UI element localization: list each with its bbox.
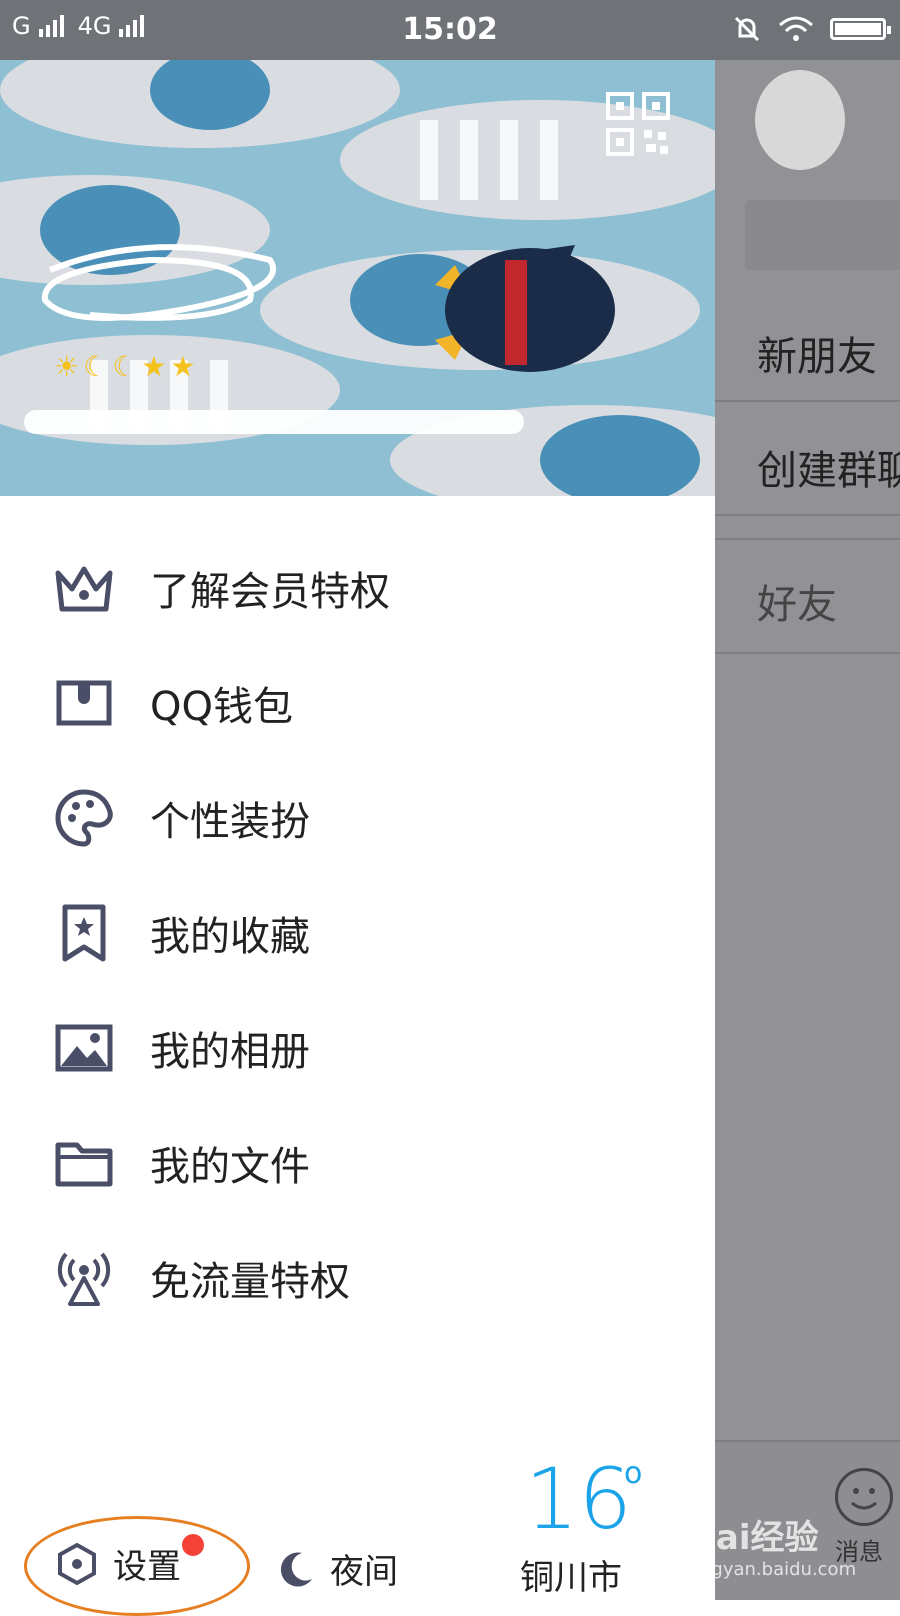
wifi-icon: [779, 16, 813, 41]
drawer-menu: 了解会员特权 QQ钱包 个性装扮 我的收藏 我的相册 我的文件 免流量特权: [0, 530, 715, 1335]
watermark-url: jingyan.baidu.com: [690, 1559, 857, 1580]
menu-label: 个性装扮: [150, 798, 310, 845]
qr-code-icon[interactable]: [606, 92, 670, 156]
menu-label: 免流量特权: [150, 1258, 350, 1305]
profile-banner[interactable]: ☀☾☾★★: [0, 60, 715, 496]
degree-symbol: o: [624, 1456, 643, 1491]
bookmark-star-icon: [52, 901, 116, 965]
new-friend-row[interactable]: 新朋友: [715, 288, 900, 402]
mute-bell-icon: [734, 16, 760, 42]
avatar: [755, 70, 845, 170]
settings-hexagon-icon: [58, 1542, 96, 1585]
create-group-row[interactable]: 创建群聊: [715, 402, 900, 516]
status-bar: G 4G 15:02: [0, 0, 900, 60]
menu-item-album[interactable]: 我的相册: [0, 990, 715, 1105]
settings-label: 设置: [113, 1547, 181, 1587]
night-mode-button[interactable]: 夜间: [276, 1544, 398, 1593]
menu-label: QQ钱包: [150, 683, 293, 730]
palette-icon: [52, 786, 116, 850]
background-contacts-panel[interactable]: 新朋友 创建群聊 好友 消息: [715, 60, 900, 1600]
menu-item-qq-wallet[interactable]: QQ钱包: [0, 645, 715, 760]
menu-item-free-data[interactable]: 免流量特权: [0, 1220, 715, 1335]
menu-item-personalize[interactable]: 个性装扮: [0, 760, 715, 875]
level-badges: ☀☾☾★★: [54, 350, 200, 383]
menu-label: 我的收藏: [150, 913, 310, 960]
baidu-watermark: Bai经验 jingyan.baidu.com: [690, 1510, 856, 1580]
menu-item-favorites[interactable]: 我的收藏: [0, 875, 715, 990]
crown-icon: [52, 556, 116, 620]
redacted-signature: [24, 410, 524, 434]
side-drawer: ☀☾☾★★ 了解会员特权 QQ钱包 个性装扮 我的收藏 我的相册 我的文件 免流…: [0, 60, 715, 1616]
menu-item-files[interactable]: 我的文件: [0, 1105, 715, 1220]
menu-label: 了解会员特权: [150, 568, 390, 615]
weather-city[interactable]: 铜川市: [520, 1550, 622, 1599]
moon-icon: [280, 1551, 312, 1586]
friends-tab[interactable]: 好友: [715, 538, 900, 654]
antenna-icon: [52, 1246, 116, 1310]
weather-temperature[interactable]: 16: [525, 1450, 632, 1548]
watermark-brand: Bai经验: [690, 1518, 819, 1558]
drawer-bottom-bar: 设置 夜间 16 o 铜川市: [0, 1450, 715, 1616]
new-friend-label: 新朋友: [757, 334, 877, 380]
create-group-label: 创建群聊: [757, 448, 900, 494]
status-icons: [732, 14, 891, 44]
wallet-icon: [52, 671, 116, 735]
friends-label: 好友: [757, 582, 837, 628]
night-label: 夜间: [330, 1552, 398, 1592]
notification-badge: [182, 1534, 204, 1556]
menu-label: 我的相册: [150, 1028, 310, 1075]
menu-item-vip-privileges[interactable]: 了解会员特权: [0, 530, 715, 645]
settings-button[interactable]: 设置: [24, 1516, 250, 1616]
redacted-nickname-scribble: [41, 244, 277, 321]
search-box[interactable]: [745, 200, 900, 270]
folder-icon: [52, 1131, 116, 1195]
menu-label: 我的文件: [150, 1143, 310, 1190]
photo-icon: [52, 1016, 116, 1080]
battery-icon: [830, 18, 891, 40]
